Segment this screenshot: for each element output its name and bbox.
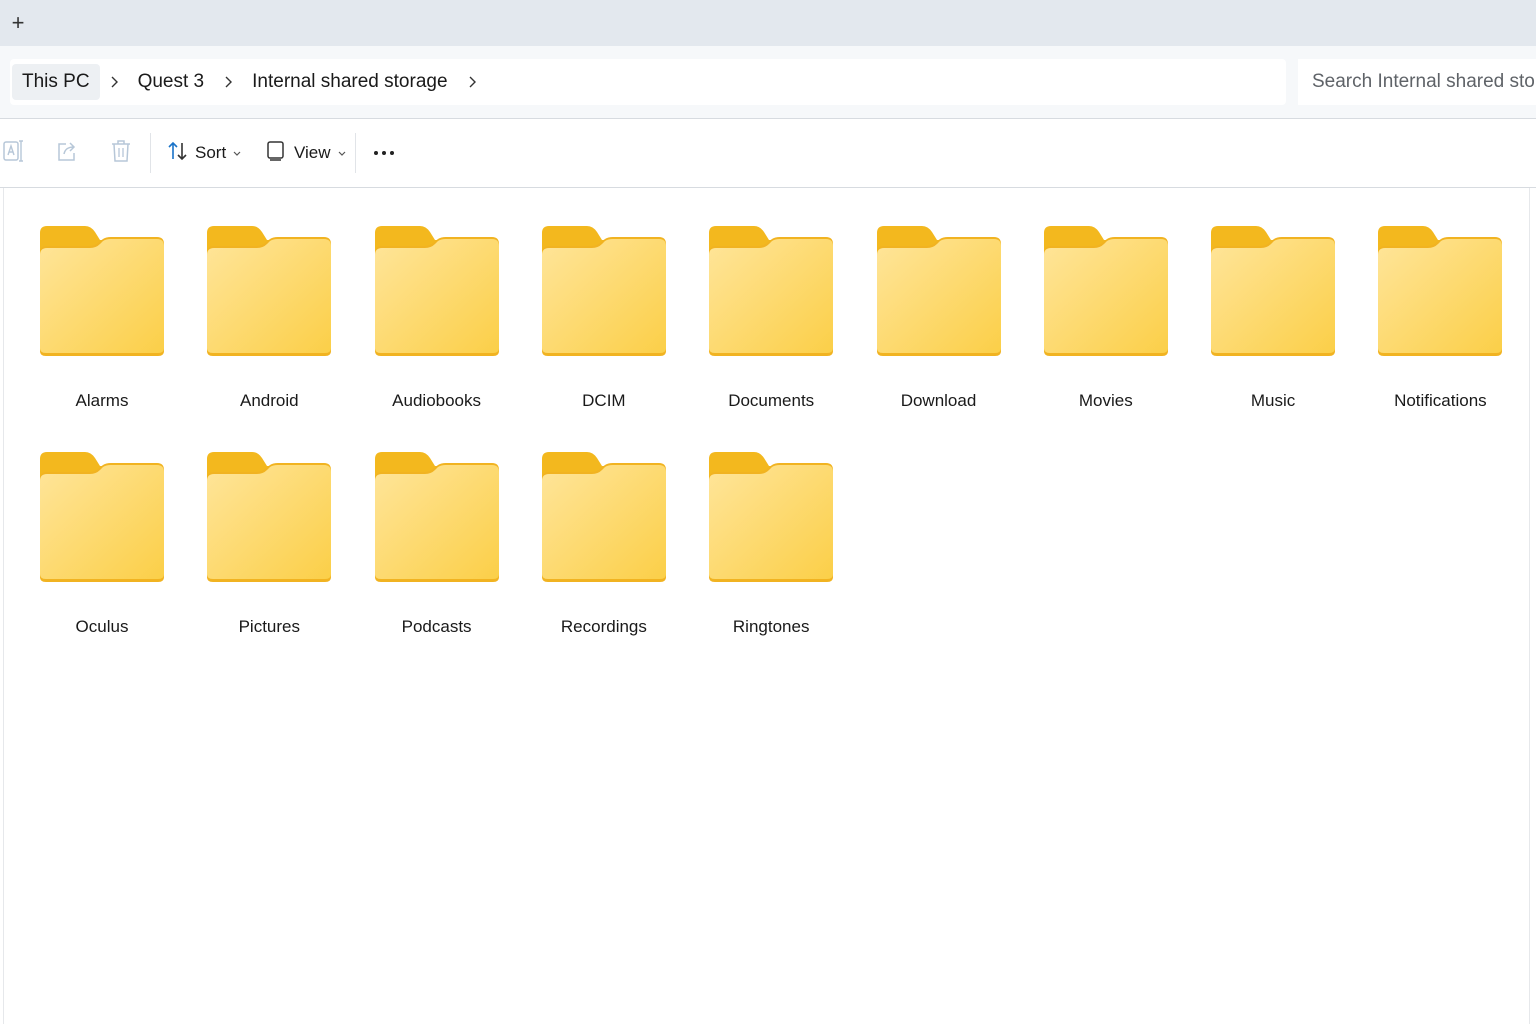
folder-item[interactable]: Pictures	[194, 449, 344, 659]
share-button[interactable]	[56, 136, 78, 170]
folder-name: Oculus	[75, 617, 129, 636]
folder-name: Documents	[728, 391, 815, 410]
view-button[interactable]: View	[266, 136, 346, 170]
folder-icon	[706, 449, 836, 583]
folder-item[interactable]: Podcasts	[362, 449, 512, 659]
folder-name: Alarms	[75, 391, 129, 410]
chevron-down-icon	[233, 144, 241, 162]
sort-label: Sort	[195, 143, 227, 162]
folder-icon	[706, 223, 836, 357]
folder-item[interactable]: Download	[864, 223, 1014, 433]
folder-name: DCIM	[582, 391, 626, 410]
folder-icon	[874, 223, 1004, 357]
folder-name: Audiobooks	[392, 391, 482, 410]
breadcrumb-item-quest-3[interactable]: Quest 3	[128, 64, 215, 100]
folder-icon	[1041, 223, 1171, 357]
folder-icon	[204, 223, 334, 357]
folder-item[interactable]: Movies	[1031, 223, 1181, 433]
folder-icon	[37, 223, 167, 357]
folder-item[interactable]: Ringtones	[696, 449, 846, 659]
file-list-area[interactable]: Alarms Android Audiobooks DCIM Documents Down…	[3, 188, 1530, 1024]
folder-icon	[204, 449, 334, 583]
folder-name: Recordings	[560, 617, 647, 636]
command-bar: Sort View	[0, 119, 1536, 188]
view-icon	[266, 140, 286, 167]
folder-item[interactable]: Music	[1198, 223, 1348, 433]
folder-name: Music	[1250, 391, 1296, 410]
toolbar-divider	[150, 133, 151, 173]
folder-name: Ringtones	[732, 617, 810, 636]
breadcrumb-item-this-pc[interactable]: This PC	[12, 64, 100, 100]
folder-name: Pictures	[238, 617, 300, 636]
breadcrumb[interactable]: This PC Quest 3 Internal shared storage	[10, 59, 1286, 105]
folder-icon	[372, 449, 502, 583]
folder-icon	[1375, 223, 1505, 357]
folder-icon	[37, 449, 167, 583]
new-tab-button[interactable]: +	[6, 10, 30, 36]
folder-name: Movies	[1078, 391, 1133, 410]
chevron-right-icon[interactable]	[458, 64, 486, 100]
folder-item[interactable]: Oculus	[27, 449, 177, 659]
breadcrumb-item-internal-shared-storage[interactable]: Internal shared storage	[242, 64, 457, 100]
rename-icon	[2, 138, 24, 169]
sort-button[interactable]: Sort	[167, 136, 241, 170]
folder-name: Download	[900, 391, 977, 410]
folder-icon	[539, 449, 669, 583]
view-label: View	[294, 143, 331, 162]
chevron-right-icon[interactable]	[100, 64, 128, 100]
sort-icon	[167, 140, 189, 167]
delete-button[interactable]	[110, 136, 132, 170]
toolbar-divider	[355, 133, 356, 173]
folder-icon	[372, 223, 502, 357]
address-bar: This PC Quest 3 Internal shared storage	[0, 46, 1536, 119]
folder-item[interactable]: Audiobooks	[362, 223, 512, 433]
more-options-button[interactable]	[372, 136, 396, 170]
chevron-right-icon[interactable]	[214, 64, 242, 100]
rename-button[interactable]	[2, 136, 24, 170]
folder-icon	[1208, 223, 1338, 357]
chevron-down-icon	[338, 144, 346, 162]
search-input[interactable]	[1298, 59, 1536, 105]
folder-item[interactable]: DCIM	[529, 223, 679, 433]
delete-icon	[110, 138, 132, 169]
folder-item[interactable]: Notifications	[1365, 223, 1515, 433]
folder-item[interactable]: Android	[194, 223, 344, 433]
folder-icon	[539, 223, 669, 357]
folder-item[interactable]: Alarms	[27, 223, 177, 433]
folder-item[interactable]: Recordings	[529, 449, 679, 659]
folder-name: Notifications	[1394, 391, 1487, 410]
folder-item[interactable]: Documents	[696, 223, 846, 433]
tab-bar: +	[0, 0, 1536, 46]
share-icon	[56, 139, 78, 168]
more-icon	[372, 144, 396, 162]
folder-name: Podcasts	[401, 617, 472, 636]
folder-name: Android	[239, 391, 299, 410]
